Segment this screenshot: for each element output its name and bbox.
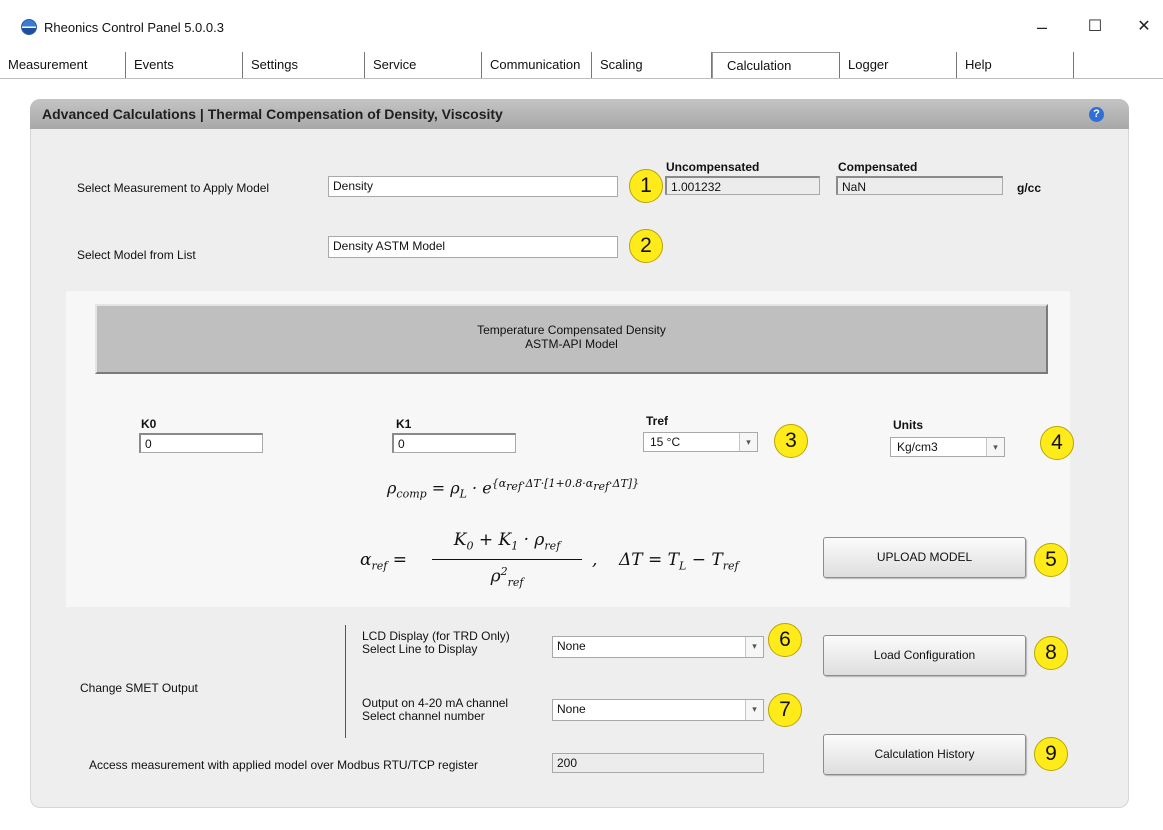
compensated-value: NaN: [836, 176, 1003, 195]
title-bar: Rheonics Control Panel 5.0.0.3 – ☐ ✕: [0, 0, 1163, 52]
model-select[interactable]: Density ASTM Model: [328, 236, 618, 258]
model-description-line1: Temperature Compensated Density: [477, 323, 666, 337]
model-description-line2: ASTM-API Model: [525, 337, 618, 351]
smet-label: Change SMET Output: [80, 681, 198, 695]
tref-select-value: 15 °C: [650, 435, 681, 449]
units-select[interactable]: Kg/cm3 ▾: [890, 437, 1005, 457]
measurement-select[interactable]: Density: [328, 176, 618, 197]
chevron-down-icon[interactable]: ▾: [986, 438, 1004, 456]
panel-title: Advanced Calculations | Thermal Compensa…: [42, 106, 503, 122]
measurement-label: Select Measurement to Apply Model: [77, 181, 270, 195]
density-formula: ρcomp = ρL · e{αref·ΔT·[1+0.8·αref·ΔT]}: [387, 477, 640, 501]
modbus-register-field: 200: [552, 753, 764, 773]
tab-events[interactable]: Events: [126, 52, 243, 78]
tab-logger[interactable]: Logger: [840, 52, 957, 78]
window-title: Rheonics Control Panel 5.0.0.3: [44, 20, 224, 35]
minimize-icon[interactable]: –: [1030, 18, 1054, 36]
help-icon[interactable]: ?: [1089, 107, 1104, 122]
tab-help[interactable]: Help: [957, 52, 1074, 78]
callout-badge-5: 5: [1034, 543, 1068, 577]
smet-separator: [345, 625, 346, 738]
model-label: Select Model from List: [77, 248, 196, 262]
callout-badge-6: 6: [768, 623, 802, 657]
tab-settings[interactable]: Settings: [243, 52, 365, 78]
output-channel-label: Output on 4-20 mA channel Select channel…: [362, 697, 508, 723]
calculation-history-button[interactable]: Calculation History: [823, 734, 1026, 775]
compensated-label: Compensated: [838, 160, 918, 174]
tab-communication[interactable]: Communication: [482, 52, 592, 78]
upload-model-button[interactable]: UPLOAD MODEL: [823, 537, 1026, 578]
k1-input[interactable]: 0: [392, 433, 516, 453]
app-logo-icon: [21, 19, 37, 35]
tab-underline: [0, 78, 1163, 79]
unit-label: g/cc: [1017, 181, 1042, 195]
tab-calculation[interactable]: Calculation: [712, 52, 840, 78]
tref-select[interactable]: 15 °C ▾: [643, 432, 758, 452]
callout-badge-3: 3: [774, 424, 808, 458]
callout-badge-2: 2: [629, 229, 663, 263]
output-channel-select-value: None: [557, 702, 586, 716]
model-select-value: Density ASTM Model: [333, 239, 446, 253]
tab-bar: Measurement Events Settings Service Comm…: [0, 52, 1163, 79]
measurement-select-value: Density: [333, 179, 374, 193]
chevron-down-icon[interactable]: ▾: [739, 433, 757, 451]
close-icon[interactable]: ✕: [1132, 18, 1156, 36]
lcd-line-select[interactable]: None ▾: [552, 636, 764, 658]
load-configuration-button[interactable]: Load Configuration: [823, 635, 1026, 676]
tab-measurement[interactable]: Measurement: [0, 52, 126, 78]
callout-badge-9: 9: [1034, 737, 1068, 771]
chevron-down-icon[interactable]: ▾: [745, 637, 763, 657]
modbus-label: Access measurement with applied model ov…: [89, 758, 479, 772]
output-channel-label-line2: Select channel number: [362, 709, 485, 723]
tab-scaling[interactable]: Scaling: [592, 52, 712, 78]
tref-label: Tref: [646, 414, 669, 428]
callout-badge-7: 7: [768, 693, 802, 727]
callout-badge-1: 1: [629, 169, 663, 203]
tab-service[interactable]: Service: [365, 52, 482, 78]
k0-label: K0: [141, 417, 157, 431]
model-description: Temperature Compensated Density ASTM-API…: [95, 323, 1048, 351]
lcd-label: LCD Display (for TRD Only) Select Line t…: [362, 630, 510, 656]
k1-label: K1: [396, 417, 412, 431]
units-label: Units: [893, 418, 923, 432]
chevron-down-icon[interactable]: ▾: [745, 700, 763, 720]
lcd-line-select-value: None: [557, 639, 586, 653]
k0-input[interactable]: 0: [139, 433, 263, 453]
uncompensated-value: 1.001232: [665, 176, 820, 195]
callout-badge-8: 8: [1034, 636, 1068, 670]
lcd-label-line2: Select Line to Display: [362, 642, 478, 656]
maximize-icon[interactable]: ☐: [1083, 18, 1107, 36]
uncompensated-label: Uncompensated: [666, 160, 760, 174]
output-channel-select[interactable]: None ▾: [552, 699, 764, 721]
units-select-value: Kg/cm3: [897, 440, 938, 454]
callout-badge-4: 4: [1040, 426, 1074, 460]
